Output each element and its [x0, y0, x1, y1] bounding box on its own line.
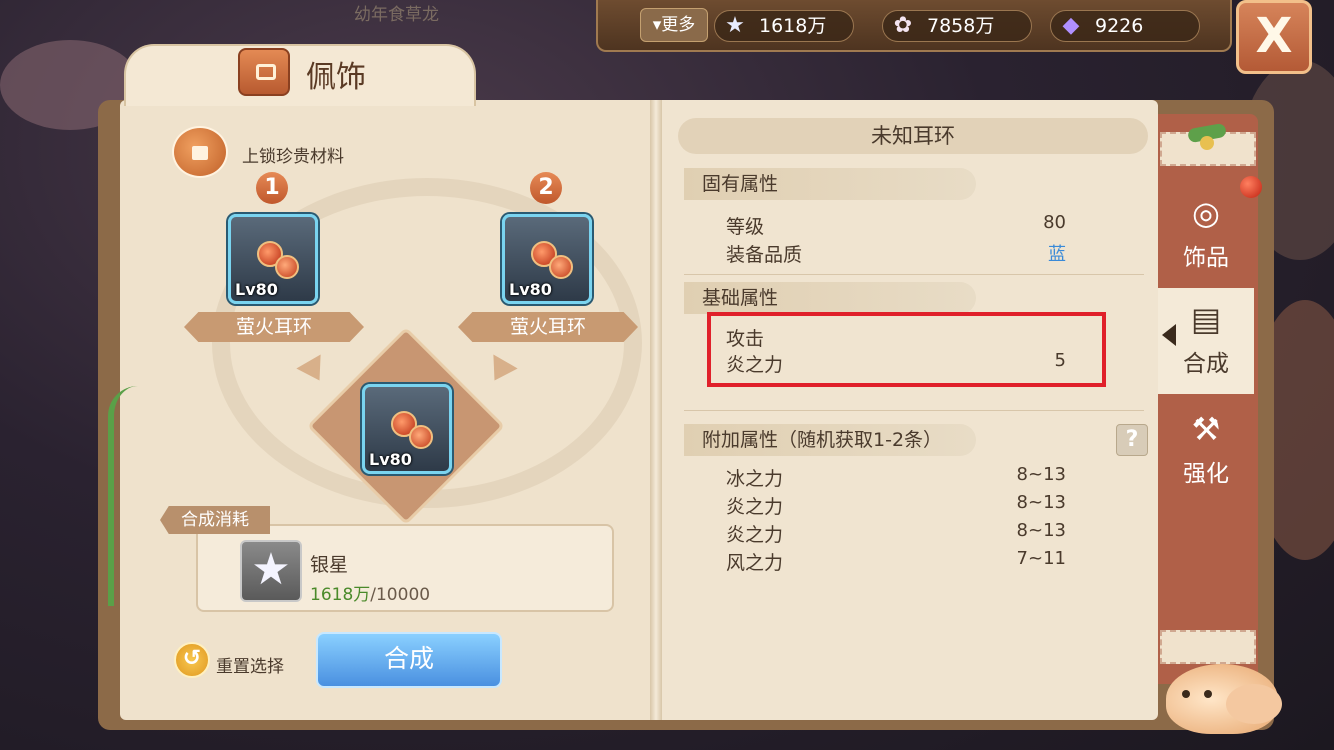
attr-label: 冰之力	[726, 468, 784, 490]
item-level: Lv80	[235, 280, 278, 299]
attr-label: 装备品质	[726, 244, 803, 266]
slot-1-name: 萤火耳环	[184, 312, 364, 342]
earring-icon	[527, 231, 573, 283]
reset-icon[interactable]: ↺	[174, 642, 210, 678]
book-spine	[650, 100, 662, 720]
cost-amount: 1618万/10000	[310, 580, 430, 605]
currency-star[interactable]: ★ 1618万	[714, 10, 854, 42]
material-slot-1[interactable]: Lv80	[228, 214, 318, 304]
shell-icon: ✿	[893, 13, 913, 38]
item-title: 未知耳环	[678, 118, 1148, 154]
tab-enhance[interactable]: ⚒ 强化	[1158, 398, 1254, 504]
ribbon-decoration	[108, 386, 138, 606]
tab-accessory[interactable]: ◎ 饰品	[1158, 182, 1254, 288]
attr-value: 8~13	[1016, 520, 1066, 541]
attr-value: 7~11	[1016, 548, 1066, 569]
section-base: 基础属性	[684, 282, 976, 314]
bag-icon	[238, 48, 290, 96]
cost-label: 合成消耗	[160, 506, 270, 534]
section-inherent: 固有属性	[684, 168, 976, 200]
close-button[interactable]: X	[1236, 0, 1312, 74]
ribbon-knot-icon	[1182, 118, 1232, 158]
pet-mascot-icon[interactable]	[1166, 664, 1282, 734]
active-tab-arrow-icon	[1162, 324, 1176, 346]
cost-have: 1618万	[310, 585, 371, 605]
currency-shell[interactable]: ✿ 7858万	[882, 10, 1032, 42]
title-tab	[124, 44, 476, 106]
result-slot[interactable]: Lv80	[362, 384, 452, 474]
cost-item-name: 银星	[310, 554, 349, 576]
currency-bar: ▾更多 ★ 1618万 ✿ 7858万 ◆ 9226	[596, 0, 1232, 52]
tab-label: 饰品	[1183, 245, 1229, 271]
tab-label: 强化	[1183, 461, 1229, 487]
compose-button[interactable]: 合成	[316, 632, 502, 688]
more-button[interactable]: ▾更多	[640, 8, 708, 42]
earring-icon	[253, 231, 299, 283]
lock-icon[interactable]	[172, 126, 228, 178]
help-button[interactable]: ?	[1116, 424, 1148, 456]
attr-value: 蓝	[1048, 244, 1066, 265]
attr-value: 8~13	[1016, 492, 1066, 513]
tab-label: 合成	[1183, 351, 1229, 377]
divider	[684, 274, 1144, 275]
divider	[684, 410, 1144, 411]
earring-icon	[387, 401, 433, 453]
star-icon: ★	[725, 13, 745, 38]
hammer-icon: ⚒	[1191, 410, 1221, 448]
ring-icon: ◎	[1192, 194, 1220, 232]
attr-label: 风之力	[726, 552, 784, 574]
reset-selection-button[interactable]: 重置选择	[216, 652, 284, 677]
currency-star-value: 1618万	[759, 15, 827, 37]
currency-shell-value: 7858万	[927, 15, 995, 37]
highlight-box	[707, 312, 1106, 387]
attr-label: 炎之力	[726, 496, 784, 518]
attr-value: 8~13	[1016, 464, 1066, 485]
currency-crystal[interactable]: ◆ 9226	[1050, 10, 1200, 42]
slot-2-name: 萤火耳环	[458, 312, 638, 342]
background-npc-name: 幼年食草龙	[354, 5, 439, 25]
item-level: Lv80	[509, 280, 552, 299]
silver-star-icon[interactable]: ★	[240, 540, 302, 602]
currency-crystal-value: 9226	[1095, 15, 1144, 37]
item-level: Lv80	[369, 450, 412, 469]
material-slot-2[interactable]: Lv80	[502, 214, 592, 304]
slot-2-badge: 2	[530, 172, 562, 204]
attr-label: 炎之力	[726, 524, 784, 546]
slot-1-badge: 1	[256, 172, 288, 204]
more-label: 更多	[661, 15, 696, 35]
attr-value: 80	[1043, 212, 1066, 233]
page-title: 佩饰	[306, 60, 366, 95]
lock-material-label: 上锁珍贵材料	[242, 147, 344, 167]
attr-label: 等级	[726, 216, 765, 238]
chevron-down-icon: ▾	[652, 15, 662, 35]
cost-need: /10000	[370, 585, 431, 605]
crystal-icon: ◆	[1062, 13, 1080, 38]
section-extra: 附加属性（随机获取1-2条）	[684, 424, 976, 456]
side-panel-ornament	[1160, 630, 1256, 664]
